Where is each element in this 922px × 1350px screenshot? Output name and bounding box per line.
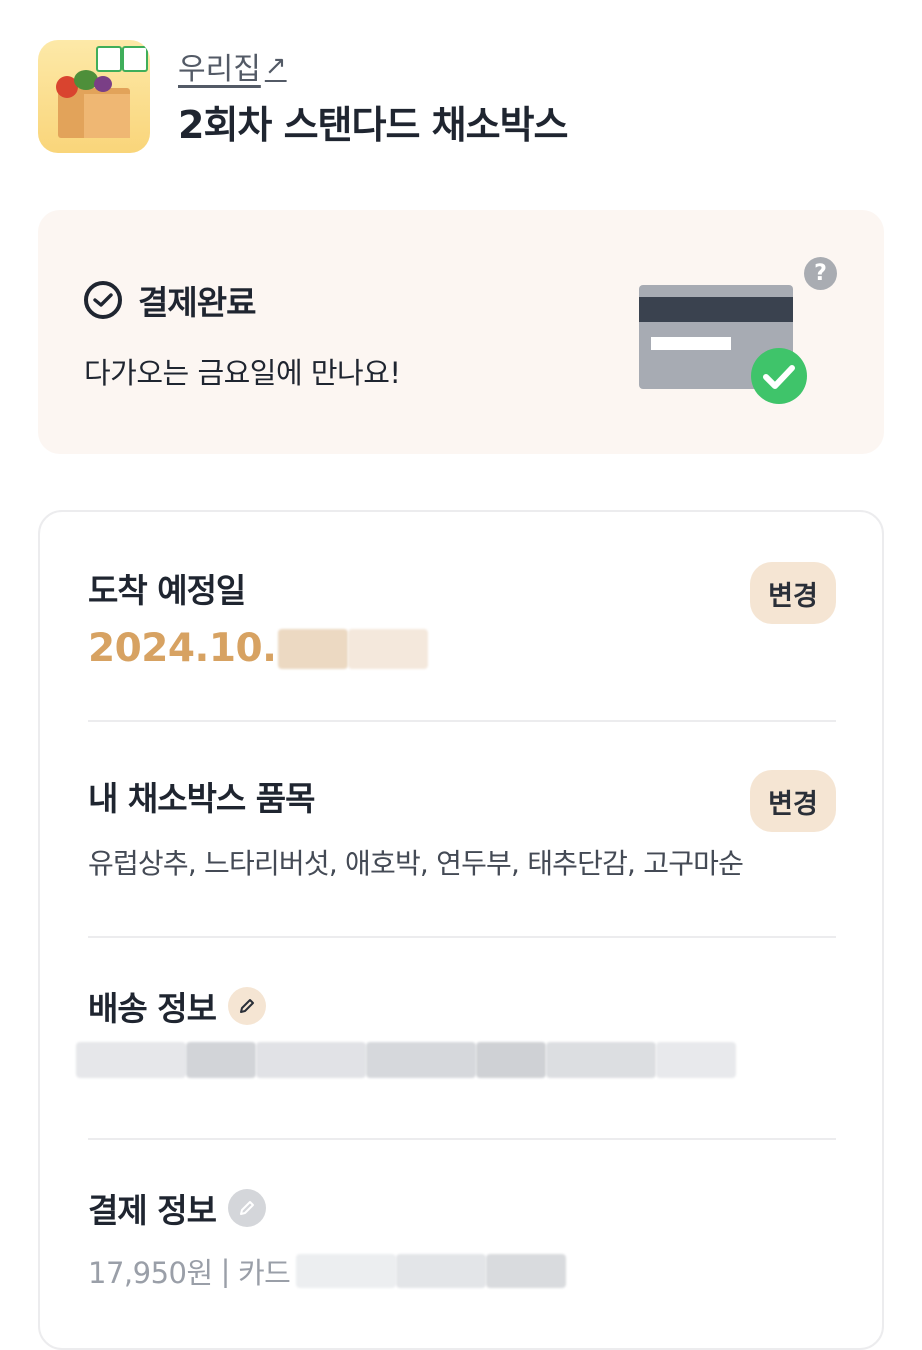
check-circle-icon [84, 281, 122, 319]
arrival-date: 2024.10. [88, 626, 836, 671]
payment-title: 결제 정보 [88, 1191, 217, 1230]
box-items-list: 유럽상추, 느타리버섯, 애호박, 연두부, 태추단감, 고구마순 [88, 847, 744, 880]
product-title: 2회차 스탠다드 채소박스 [178, 103, 569, 147]
pencil-icon[interactable] [227, 1189, 266, 1227]
payment-summary: 17,950원 | 카드 [88, 1250, 836, 1292]
pencil-icon[interactable] [227, 987, 266, 1025]
change-items-button[interactable]: 변경 [750, 770, 836, 832]
divider [88, 936, 836, 938]
payment-section: 결제 정보 17,950원 | 카드 [88, 1184, 836, 1292]
order-header: 우리집 ↗ 2회차 스탠다드 채소박스 [38, 40, 569, 153]
payment-amount: 17,950원 [88, 1256, 213, 1290]
store-link[interactable]: 우리집 ↗ [178, 44, 287, 88]
arrival-section: 도착 예정일 변경 2024.10. [88, 562, 836, 671]
payment-method: 카드 [237, 1256, 291, 1290]
redacted-address [76, 1042, 836, 1078]
status-subtitle: 다가오는 금요일에 만나요! [84, 356, 401, 390]
divider [88, 720, 836, 722]
store-link-label: 우리집 [178, 52, 261, 87]
credit-card-check-icon [639, 285, 807, 404]
pesticide-free-tag [122, 46, 148, 72]
payment-status-card: 결제완료 다가오는 금요일에 만나요! ? [38, 210, 884, 454]
arrival-date-text: 2024.10. [88, 626, 277, 671]
product-thumbnail[interactable] [38, 40, 150, 153]
separator: | [220, 1254, 231, 1288]
shipping-title: 배송 정보 [88, 989, 217, 1028]
box-items-section: 내 채소박스 품목 변경 유럽상추, 느타리버섯, 애호박, 연두부, 태추단감… [88, 770, 836, 882]
change-arrival-button[interactable]: 변경 [750, 562, 836, 624]
organic-tag [96, 46, 122, 72]
redacted-date [278, 628, 349, 669]
redacted-card-number [296, 1254, 397, 1288]
divider [88, 1138, 836, 1140]
order-info-card: 도착 예정일 변경 2024.10. 내 채소박스 품목 변경 유럽상추, 느타… [38, 510, 884, 1350]
box-items-title: 내 채소박스 품목 [88, 779, 316, 818]
external-arrow-icon: ↗ [264, 51, 287, 81]
status-title: 결제완료 [138, 283, 256, 322]
shipping-section: 배송 정보 [76, 982, 836, 1078]
arrival-title: 도착 예정일 [88, 571, 246, 610]
